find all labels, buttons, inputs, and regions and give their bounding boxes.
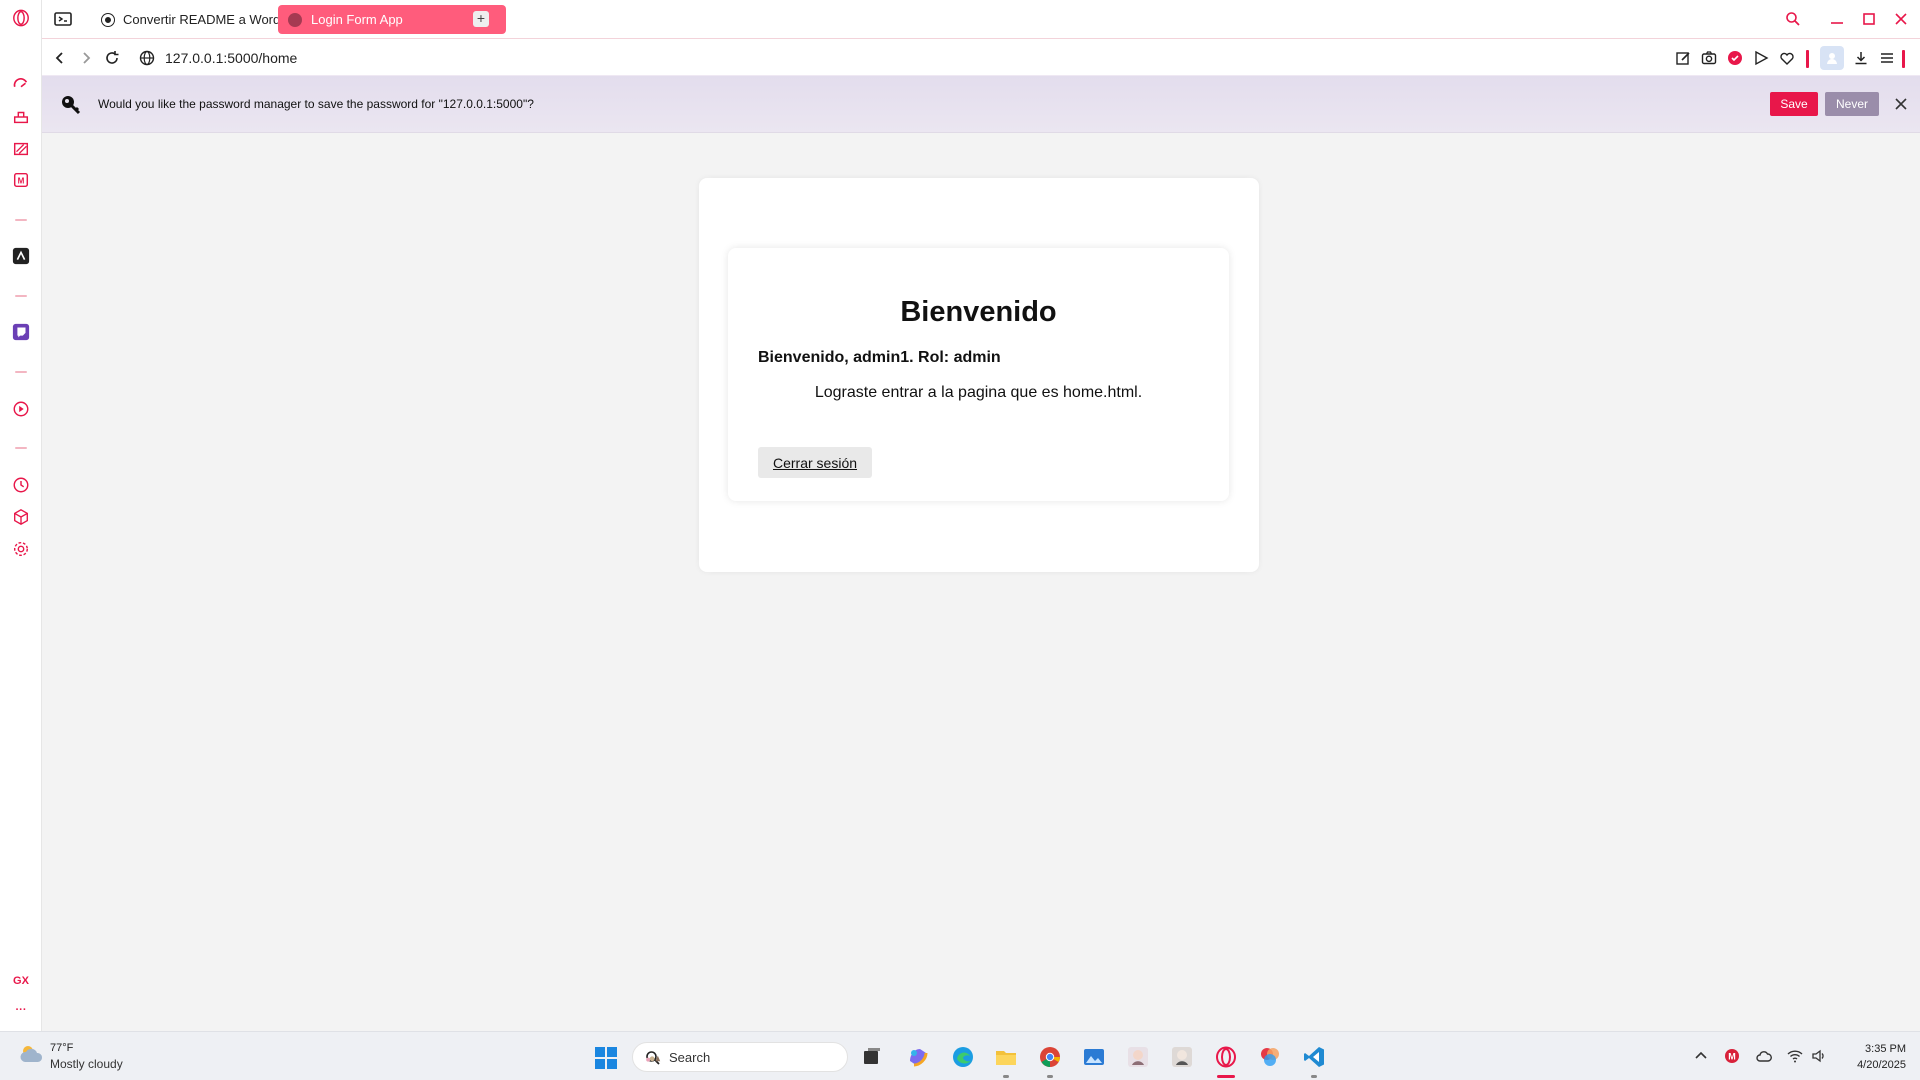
show-hidden-icons-chevron-icon[interactable] [1693,1048,1709,1064]
tab-label: Login Form App [311,12,403,27]
password-save-banner: Would you like the password manager to s… [42,76,1920,133]
adblock-shield-icon[interactable] [1726,49,1744,67]
active-app-indicator [1217,1075,1235,1078]
windows-taskbar: 77°F Mostly cloudy Search M 3:35 PM 4/20… [0,1031,1920,1080]
vscode-icon[interactable] [1301,1044,1327,1070]
sidebar-more-button[interactable]: ··· [0,1004,42,1016]
tab-label: Convertir README a Word [123,12,281,27]
heart-icon[interactable] [1778,49,1796,67]
download-icon[interactable] [1852,49,1870,67]
gx-sidebar: M GX ··· [0,0,42,1031]
anime-app-icon[interactable] [1125,1044,1151,1070]
windows-start-icon[interactable] [594,1046,618,1070]
save-password-button[interactable]: Save [1770,92,1818,116]
running-indicator [1003,1075,1009,1078]
gx-mods-icon[interactable]: M [11,170,31,190]
gx-cleaner-icon[interactable] [11,107,31,127]
gx-corner-icon[interactable] [11,139,31,159]
weather-temperature[interactable]: 77°F [50,1042,73,1054]
url-field[interactable]: 127.0.0.1:5000/home [165,50,297,66]
new-tab-button[interactable]: + [473,11,489,27]
page-title: Bienvenido [900,296,1057,328]
wifi-icon[interactable] [1787,1048,1803,1064]
search-placeholder: Search [669,1050,711,1065]
character-app-icon[interactable] [1169,1044,1195,1070]
sidebar-divider [15,295,27,297]
aria-ai-icon[interactable] [11,246,31,266]
edge-browser-icon[interactable] [950,1044,976,1070]
system-clock[interactable]: 3:35 PM 4/20/2025 [1836,1041,1906,1073]
sidebar-divider [15,219,27,221]
color-app-icon[interactable] [1257,1044,1283,1070]
history-icon[interactable] [11,475,31,495]
outer-container: Bienvenido Bienvenido, admin1. Rol: admi… [699,178,1259,572]
svg-text:M: M [1728,1052,1736,1062]
site-info-globe-icon[interactable] [138,49,156,67]
onedrive-cloud-icon[interactable] [1756,1048,1772,1064]
volume-icon[interactable] [1811,1048,1827,1064]
toolbar-divider [1806,50,1809,68]
taskbar-search-input[interactable]: Search [632,1042,848,1072]
tab-convertir-readme[interactable]: Convertir README a Word [92,5,308,34]
edit-icon[interactable] [1674,49,1692,67]
send-icon[interactable] [1752,49,1770,67]
tray-app-red-icon[interactable]: M [1724,1048,1740,1064]
running-indicator [1047,1075,1053,1078]
address-bar: 127.0.0.1:5000/home [42,38,1920,76]
cloudy-weather-icon[interactable] [18,1042,46,1066]
opera-gx-taskbar-icon[interactable] [1213,1044,1239,1070]
snapshot-camera-icon[interactable] [1700,49,1718,67]
logout-button[interactable]: Cerrar sesión [758,447,872,478]
file-explorer-icon[interactable] [993,1044,1019,1070]
welcome-card: Bienvenido Bienvenido, admin1. Rol: admi… [728,248,1229,501]
profile-avatar[interactable] [1820,46,1844,70]
gx-control-icon[interactable] [11,75,31,95]
tab-login-form-app[interactable]: Login Form App [278,5,506,34]
openai-favicon-icon [102,13,114,26]
extensions-icon[interactable] [11,507,31,527]
copilot-icon[interactable] [905,1044,931,1070]
never-save-button[interactable]: Never [1825,92,1879,116]
search-highlight-art-icon [646,1055,661,1062]
back-icon[interactable] [50,48,70,68]
password-prompt-message: Would you like the password manager to s… [98,97,534,111]
tab-menu-icon[interactable] [54,11,72,27]
minimize-icon[interactable] [1826,8,1848,30]
password-key-icon [62,96,81,115]
easy-setup-menu-icon[interactable] [1878,49,1896,67]
weather-description[interactable]: Mostly cloudy [50,1057,123,1071]
running-indicator [1311,1075,1317,1078]
reload-icon[interactable] [102,48,122,68]
tab-bar: Convertir README a Word Login Form App + [42,0,1920,38]
maximize-icon[interactable] [1858,8,1880,30]
clock-time: 3:35 PM [1865,1043,1906,1055]
toolbar-divider [1902,50,1905,68]
search-tabs-icon[interactable] [1782,8,1804,30]
sidebar-divider [15,447,27,449]
close-window-icon[interactable] [1890,8,1912,30]
close-banner-icon[interactable] [1892,95,1910,113]
globe-favicon-icon [288,12,302,27]
welcome-text: Bienvenido, admin1. Rol: admin [758,349,1001,366]
gx-label[interactable]: GX [0,975,42,987]
player-icon[interactable] [11,399,31,419]
twitch-icon[interactable] [11,322,31,342]
success-message: Lograste entrar a la pagina que es home.… [814,384,1143,401]
opera-logo-icon[interactable] [11,8,31,28]
sidebar-divider [15,371,27,373]
task-view-icon[interactable] [859,1044,885,1070]
svg-text:M: M [18,177,25,186]
chrome-icon[interactable] [1037,1044,1063,1070]
settings-gear-icon[interactable] [11,539,31,559]
forward-icon[interactable] [76,48,96,68]
clock-date: 4/20/2025 [1857,1059,1906,1071]
photos-app-icon[interactable] [1081,1044,1107,1070]
